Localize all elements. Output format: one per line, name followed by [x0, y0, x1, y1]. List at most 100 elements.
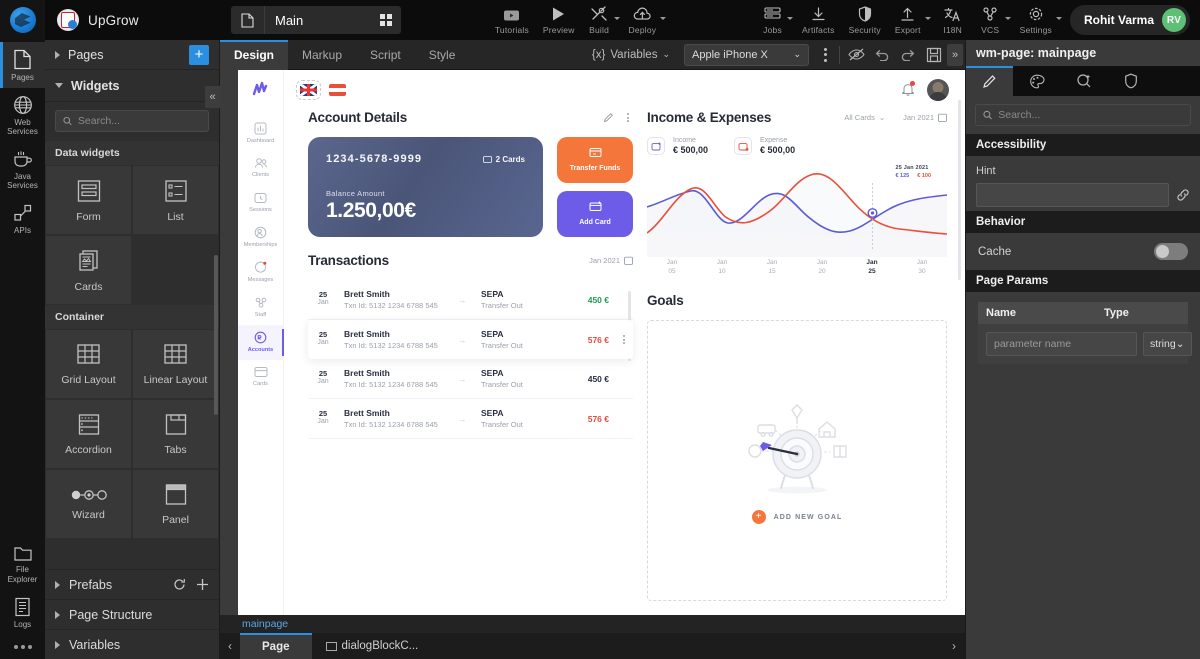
security-button[interactable]: Security: [842, 0, 888, 40]
tab-design[interactable]: Design: [220, 40, 288, 70]
preview-nav-staff[interactable]: Staff: [238, 290, 284, 325]
table-row[interactable]: 25Jan Brett SmithTxn Id: 5132 1234 6788 …: [308, 320, 633, 359]
parameter-type-select[interactable]: string ⌄: [1143, 332, 1192, 356]
left-panel-scrollbar[interactable]: [214, 255, 218, 415]
income-period[interactable]: Jan 2021: [903, 113, 947, 122]
row-kebab-icon[interactable]: [619, 335, 629, 344]
tab-style[interactable]: [1013, 66, 1060, 96]
add-card-button[interactable]: Add Card: [557, 191, 633, 237]
widget-list[interactable]: List: [132, 165, 219, 235]
collapse-left-panel-button[interactable]: «: [205, 86, 220, 108]
properties-search-input[interactable]: [998, 109, 1183, 121]
page-structure-section[interactable]: Page Structure: [45, 599, 219, 629]
i18n-button[interactable]: I18N: [933, 0, 973, 40]
grid-view-icon[interactable]: [371, 6, 401, 34]
table-row[interactable]: 25Jan Brett SmithTxn Id: 5132 1234 6788 …: [308, 280, 633, 320]
tab-script[interactable]: Script: [356, 40, 415, 70]
cache-toggle[interactable]: [1154, 243, 1188, 260]
breadcrumb-mainpage[interactable]: mainpage: [242, 618, 288, 630]
widget-panel[interactable]: Panel: [132, 469, 219, 539]
tab-security[interactable]: [1107, 66, 1154, 96]
build-button[interactable]: Build: [582, 0, 622, 40]
user-menu[interactable]: Rohit Varma RV: [1070, 5, 1190, 35]
credit-card[interactable]: 1234-5678-9999 2 Cards Balance Amount: [308, 137, 543, 237]
table-row[interactable]: 25Jan Brett SmithTxn Id: 5132 1234 6788 …: [308, 359, 633, 399]
transfer-funds-button[interactable]: Transfer Funds: [557, 137, 633, 183]
widget-search-input[interactable]: [78, 115, 201, 127]
device-select[interactable]: Apple iPhone X ⌄: [684, 44, 809, 66]
add-page-button[interactable]: +: [189, 45, 209, 65]
tab-events[interactable]: [1060, 66, 1107, 96]
preview-nav-messages[interactable]: Messages: [238, 255, 284, 290]
app-logo[interactable]: [0, 0, 45, 40]
sidebar-item-pages[interactable]: Pages: [0, 42, 45, 88]
widget-tabs[interactable]: Tabs: [132, 399, 219, 469]
scroll-left-button[interactable]: ‹: [220, 633, 240, 659]
widgets-section-header[interactable]: Widgets: [45, 70, 219, 102]
project-indicator[interactable]: UpGrow: [45, 9, 225, 31]
preview-button[interactable]: Preview: [536, 0, 582, 40]
more-options-icon[interactable]: [14, 635, 32, 651]
sidebar-item-file-explorer[interactable]: File Explorer: [0, 538, 45, 589]
bell-icon[interactable]: [901, 82, 915, 98]
undo-button[interactable]: [869, 40, 895, 70]
bottom-tab-page[interactable]: Page: [240, 633, 312, 659]
preview-user-avatar[interactable]: [927, 79, 949, 101]
design-canvas[interactable]: Dashboard Clients Sessions: [220, 70, 965, 615]
at-flag-icon[interactable]: [329, 84, 346, 96]
table-row[interactable]: 25Jan Brett SmithTxn Id: 5132 1234 6788 …: [308, 399, 633, 439]
settings-button[interactable]: Settings: [1013, 0, 1064, 40]
variables-section[interactable]: Variables: [45, 629, 219, 659]
hint-input[interactable]: [976, 183, 1169, 207]
gb-flag-icon[interactable]: [300, 84, 317, 96]
prefabs-section[interactable]: Prefabs: [45, 569, 219, 599]
tab-properties[interactable]: [966, 66, 1013, 96]
preview-nav-cards[interactable]: Cards: [238, 360, 284, 394]
widget-cards[interactable]: Cards: [45, 235, 132, 305]
preview-nav-dashboard[interactable]: Dashboard: [238, 116, 284, 151]
widget-wizard[interactable]: Wizard: [45, 469, 132, 539]
kebab-icon[interactable]: [622, 113, 633, 122]
bottom-tab-dialog[interactable]: dialogBlockC...: [312, 633, 433, 659]
vcs-button[interactable]: VCS: [973, 0, 1013, 40]
transactions-period[interactable]: Jan 2021: [589, 256, 633, 265]
artifacts-button[interactable]: Artifacts: [795, 0, 842, 40]
page-surface[interactable]: Dashboard Clients Sessions: [238, 70, 965, 615]
preview-nav-sessions[interactable]: Sessions: [238, 185, 284, 220]
income-expenses-chart[interactable]: 25 Jan 2021 € 125 € 100: [647, 161, 947, 257]
expand-right-panel-button[interactable]: »: [947, 44, 963, 66]
widget-linear-layout[interactable]: Linear Layout: [132, 329, 219, 399]
add-new-goal-button[interactable]: + ADD NEW GOAL: [752, 510, 843, 524]
save-button[interactable]: [921, 40, 947, 70]
preview-nav-clients[interactable]: Clients: [238, 151, 284, 185]
deploy-button[interactable]: Deploy: [622, 0, 669, 40]
tab-markup[interactable]: Markup: [288, 40, 356, 70]
widget-grid-layout[interactable]: Grid Layout: [45, 329, 132, 399]
redo-button[interactable]: [895, 40, 921, 70]
properties-search[interactable]: [975, 104, 1191, 126]
tutorials-button[interactable]: Tutorials: [488, 0, 536, 40]
refresh-icon[interactable]: [173, 578, 186, 591]
sidebar-item-java-services[interactable]: Java Services: [0, 143, 45, 196]
sidebar-item-web-services[interactable]: Web Services: [0, 88, 45, 142]
jobs-button[interactable]: Jobs: [755, 0, 795, 40]
sidebar-item-logs[interactable]: Logs: [0, 590, 45, 635]
main-page-tab[interactable]: Main: [231, 6, 401, 34]
parameter-name-input[interactable]: [986, 332, 1137, 356]
export-button[interactable]: Export: [888, 0, 933, 40]
editor-more-button[interactable]: [815, 48, 836, 62]
pages-section-header[interactable]: Pages +: [45, 40, 219, 70]
card-filter-select[interactable]: All Cards ⌄: [844, 113, 885, 122]
widget-form[interactable]: Form: [45, 165, 132, 235]
plus-icon[interactable]: [196, 578, 209, 591]
bind-link-icon[interactable]: [1176, 188, 1190, 202]
preview-scrollbar[interactable]: [958, 100, 961, 280]
variables-dropdown[interactable]: {x} Variables ⌄: [584, 49, 678, 61]
preview-nav-accounts[interactable]: Accounts: [238, 325, 284, 360]
widget-accordion[interactable]: Accordion: [45, 399, 132, 469]
widget-search[interactable]: [55, 110, 209, 132]
toggle-visibility-button[interactable]: [843, 40, 869, 70]
sidebar-item-apis[interactable]: APIs: [0, 196, 45, 241]
scroll-right-button[interactable]: ›: [943, 633, 965, 659]
tab-style[interactable]: Style: [415, 40, 470, 70]
